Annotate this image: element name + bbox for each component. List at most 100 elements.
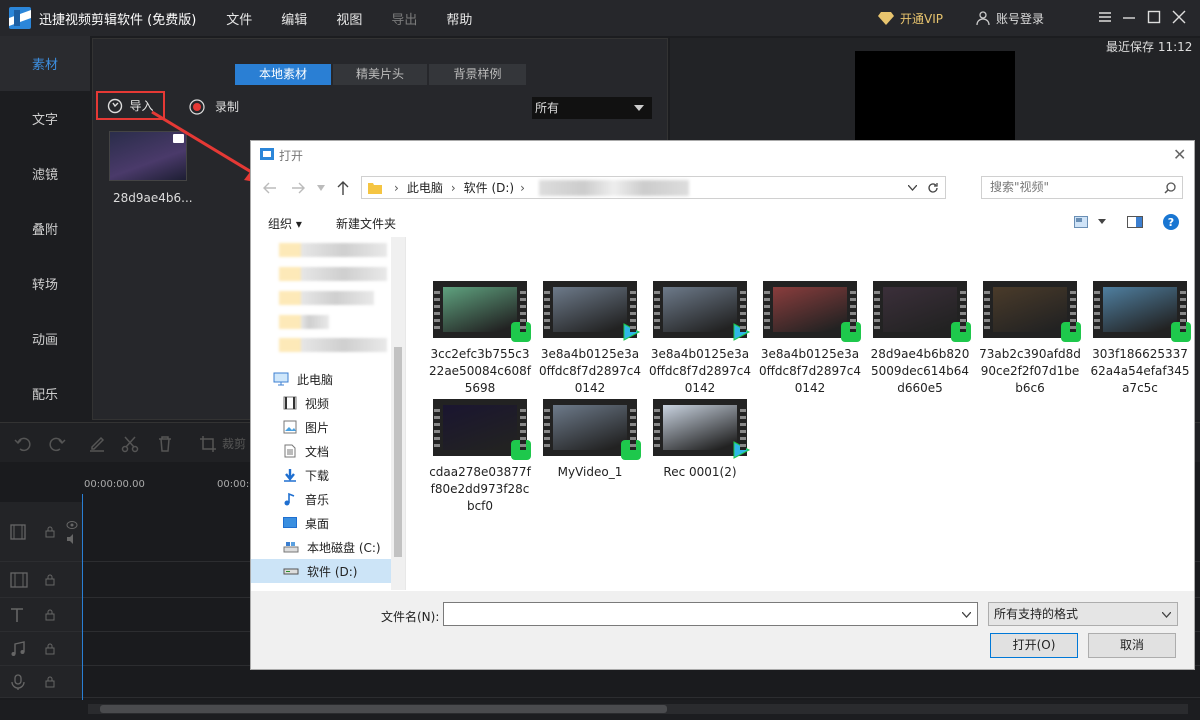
breadcrumb-separator-icon: › (520, 180, 525, 195)
file-item[interactable]: 73ab2c390afd8d90ce2f2f07d1beb6c6 (975, 281, 1085, 397)
file-item[interactable]: MyVideo_1 (535, 399, 645, 481)
cut-icon[interactable] (121, 435, 139, 453)
media-filter-select[interactable]: 所有 (532, 97, 652, 119)
vip-label: 开通VIP (900, 11, 943, 26)
maximize-icon[interactable] (1147, 10, 1161, 24)
vip-button[interactable]: 开通VIP (878, 0, 943, 36)
lock-icon[interactable] (44, 574, 56, 586)
nav-item-documents-folder[interactable]: 文档 (283, 439, 329, 463)
view-options-icon[interactable] (1074, 216, 1088, 228)
redo-icon[interactable] (48, 435, 66, 453)
nav-item-drive-d[interactable]: 软件 (D:) (251, 559, 391, 583)
file-item[interactable]: 28d9ae4b6b8205009dec614b64d660e5 (865, 281, 975, 397)
file-item[interactable]: 3e8a4b0125e3a0ffdc8f7d2897c40142 (755, 281, 865, 397)
help-icon[interactable]: ? (1163, 214, 1179, 230)
file-name: Rec 0001(2) (663, 465, 737, 479)
nav-item[interactable]: 配乐 (0, 366, 90, 421)
video-folder-icon (283, 396, 297, 410)
edit-icon[interactable] (88, 435, 106, 453)
lock-icon[interactable] (44, 526, 56, 538)
dialog-toolbar: 组织 ▾ 新建文件夹 ? (251, 207, 1194, 237)
app-small-icon (260, 148, 274, 160)
chevron-down-icon[interactable] (1098, 219, 1106, 224)
iqiyi-badge-icon (1171, 322, 1191, 342)
chevron-down-icon[interactable] (908, 185, 917, 191)
lock-icon[interactable] (44, 676, 56, 688)
breadcrumb-drive-d[interactable]: 软件 (D:) (464, 179, 514, 196)
menu-item[interactable]: 帮助 (446, 9, 472, 28)
file-item[interactable]: 3e8a4b0125e3a0ffdc8f7d2897c40142 (535, 281, 645, 397)
nav-item-pictures-folder[interactable]: 图片 (283, 415, 329, 439)
nav-item[interactable]: 文字 (0, 91, 90, 146)
search-input[interactable]: 搜索"视频" (981, 176, 1183, 199)
nav-item-download-folder[interactable]: 下载 (283, 463, 329, 487)
undo-icon[interactable] (14, 435, 32, 453)
nav-scrollbar[interactable] (391, 237, 405, 590)
iqiyi-badge-icon (951, 322, 971, 342)
chevron-down-icon[interactable] (962, 612, 971, 618)
nav-item[interactable]: 滤镜 (0, 146, 90, 201)
file-item[interactable]: 3cc2efc3b755c322ae50084c608f5698 (425, 281, 535, 397)
eye-icon[interactable] (66, 520, 78, 530)
nav-item-drive-c[interactable]: 本地磁盘 (C:) (283, 535, 381, 559)
timeline-scroll-thumb[interactable] (100, 705, 667, 713)
delete-icon[interactable] (156, 435, 174, 453)
file-name: 303f18662533762a4a54efaf345a7c5c (1090, 347, 1190, 395)
new-folder-button[interactable]: 新建文件夹 (336, 215, 396, 232)
minimize-icon[interactable] (1122, 10, 1136, 24)
refresh-icon[interactable] (927, 182, 939, 194)
cancel-button[interactable]: 取消 (1088, 633, 1176, 658)
nav-scroll-thumb[interactable] (394, 347, 402, 557)
file-item[interactable]: Rec 0001(2) (645, 399, 755, 481)
tab-backgrounds[interactable]: 背景样例 (429, 64, 526, 85)
file-list: 3cc2efc3b755c322ae50084c608f5698 3e8a4b01… (409, 237, 1194, 590)
video-thumbnail (653, 399, 751, 459)
menu-item[interactable]: 视图 (336, 9, 362, 28)
address-bar[interactable]: › 此电脑 › 软件 (D:) › (361, 176, 946, 199)
nav-item-computer[interactable]: 此电脑 (273, 367, 333, 391)
forward-arrow-icon[interactable] (291, 182, 305, 194)
open-file-dialog: 打开 ✕ › 此电脑 › 软件 (D:) › 搜索"视频" 组织 ▾ 新建文件夹… (250, 140, 1195, 670)
menu-item[interactable]: 导出 (391, 9, 417, 28)
lock-icon[interactable] (44, 643, 56, 655)
nav-item-music-folder[interactable]: 音乐 (283, 487, 329, 511)
file-item[interactable]: 303f18662533762a4a54efaf345a7c5c (1085, 281, 1195, 397)
account-button[interactable]: 账号登录 (976, 0, 1044, 36)
nav-item-label: 本地磁盘 (C:) (307, 540, 381, 555)
filename-input[interactable] (443, 602, 978, 626)
nav-item[interactable]: 转场 (0, 256, 90, 311)
desktop-folder-icon (283, 517, 297, 529)
back-arrow-icon[interactable] (263, 182, 277, 194)
close-icon[interactable] (1172, 10, 1186, 24)
up-arrow-icon[interactable] (337, 181, 349, 195)
file-name: MyVideo_1 (557, 465, 623, 479)
file-item[interactable]: cdaa278e03877ff80e2dd973f28cbcf0 (425, 399, 535, 515)
nav-item-video-folder[interactable]: 视频 (283, 391, 329, 415)
organize-button[interactable]: 组织 ▾ (268, 215, 302, 232)
video-thumbnail (1093, 281, 1191, 342)
file-item[interactable]: 3e8a4b0125e3a0ffdc8f7d2897c40142 (645, 281, 755, 397)
playhead[interactable] (82, 494, 83, 700)
lock-icon[interactable] (44, 609, 56, 621)
app-title: 迅捷视频剪辑软件 (免费版) (39, 12, 197, 28)
tab-intros[interactable]: 精美片头 (333, 64, 427, 85)
nav-item[interactable]: 动画 (0, 311, 90, 366)
breadcrumb-this-pc[interactable]: 此电脑 (407, 179, 443, 196)
nav-item-label: 此电脑 (297, 372, 334, 387)
iqiyi-badge-icon (1061, 322, 1081, 342)
hamburger-menu-icon[interactable] (1098, 10, 1112, 24)
file-type-select[interactable]: 所有支持的格式 (988, 602, 1178, 626)
play-badge-icon (731, 322, 751, 342)
recent-locations-icon[interactable] (317, 185, 325, 191)
tab-local-media[interactable]: 本地素材 (235, 64, 331, 85)
menu-item[interactable]: 编辑 (281, 9, 307, 28)
speaker-icon[interactable] (66, 534, 78, 544)
crop-icon[interactable] (199, 435, 217, 453)
preview-pane-icon[interactable] (1127, 216, 1143, 228)
menu-item[interactable]: 文件 (226, 9, 252, 28)
nav-item[interactable]: 素材 (0, 36, 90, 91)
dialog-close-icon[interactable]: ✕ (1173, 145, 1186, 164)
open-button[interactable]: 打开(O) (990, 633, 1078, 658)
nav-item-desktop-folder[interactable]: 桌面 (283, 511, 329, 535)
nav-item[interactable]: 叠附 (0, 201, 90, 256)
